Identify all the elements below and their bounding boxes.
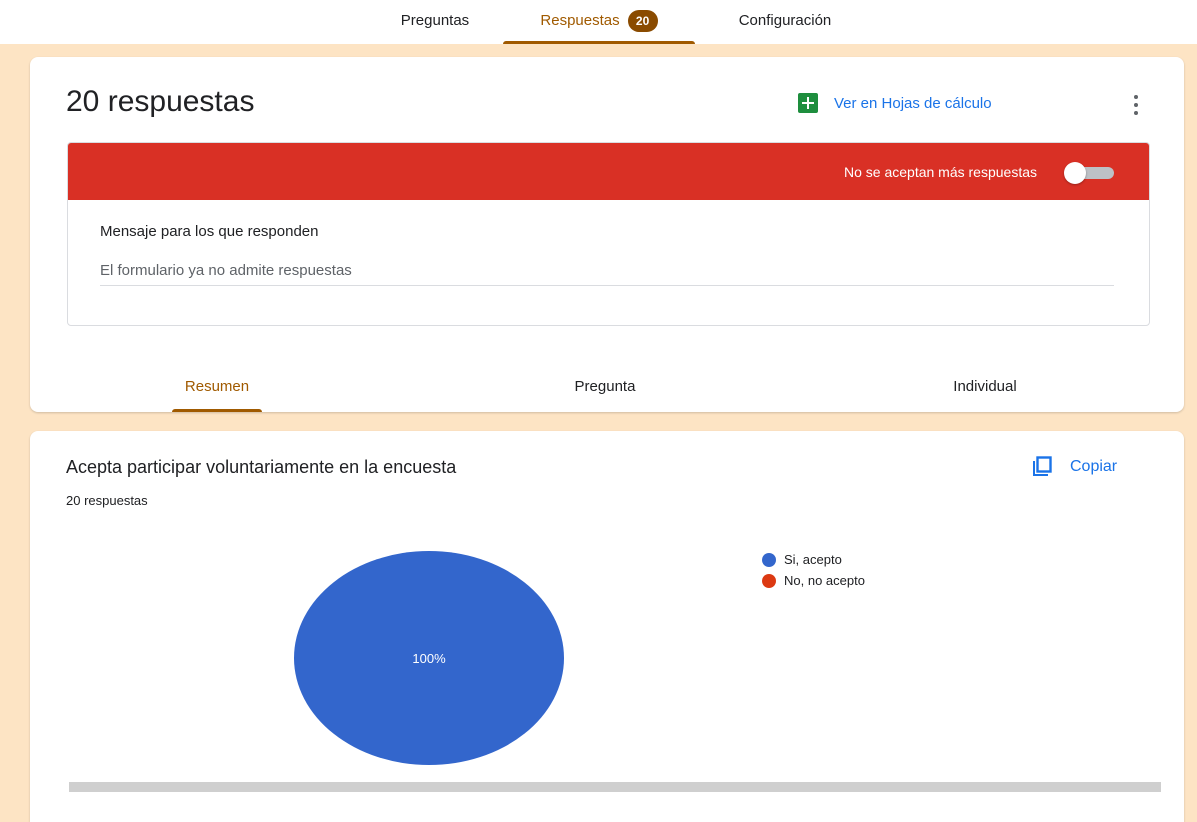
copy-chart-button[interactable]: Copiar [1030,455,1117,479]
top-navigation: Preguntas Respuestas 20 Configuración [0,0,1197,44]
more-options-icon[interactable] [1126,93,1146,117]
subtab-pregunta[interactable]: Pregunta [560,363,650,409]
tab-respuestas[interactable]: Respuestas 20 [503,0,695,44]
responses-title: 20 respuestas [66,85,255,118]
tab-preguntas[interactable]: Preguntas [370,0,500,41]
pie-slice-label: 100% [412,651,446,666]
question-response-count: 20 respuestas [66,493,148,508]
legend-dot [762,552,776,567]
legend-item: Si, acepto [762,549,865,570]
legend-label: Si, acepto [784,552,842,567]
accepting-responses-label: No se aceptan más respuestas [844,163,1037,180]
legend-dot [762,573,776,588]
question-title: Acepta participar voluntariamente en la … [66,457,457,477]
subtab-individual[interactable]: Individual [935,363,1035,409]
responses-subtabs: Resumen Pregunta Individual [30,363,1184,412]
pie-chart-svg: 100% [294,551,564,765]
copy-icon [1033,456,1052,476]
copy-label: Copiar [1070,458,1118,475]
chart-legend: Si, acepto No, no acepto [762,549,865,591]
accepting-responses-panel: No se aceptan más respuestas Mensaje par… [67,142,1150,326]
toggle-thumb [1064,162,1086,184]
responses-summary-card: 20 respuestas Ver en Hojas de cálculo No… [30,57,1184,412]
tab-configuracion[interactable]: Configuración [700,0,870,41]
response-count-badge: 20 [627,9,658,32]
tab-preguntas-label: Preguntas [400,12,470,29]
legend-item: No, no acepto [762,570,865,591]
horizontal-scrollbar[interactable] [69,782,1161,792]
sheets-icon [798,93,818,113]
tab-respuestas-label: Respuestas [540,12,620,29]
legend-label: No, no acepto [784,573,865,588]
subtab-resumen[interactable]: Resumen [172,363,262,412]
not-accepting-banner: No se aceptan más respuestas [68,143,1149,200]
pie-chart: 100% [294,551,564,765]
tab-configuracion-label: Configuración [738,12,832,29]
accepting-responses-toggle[interactable] [1064,162,1116,184]
view-in-sheets-link[interactable]: Ver en Hojas de cálculo [798,93,992,113]
question-summary-card: Acepta participar voluntariamente en la … [30,431,1184,822]
respondent-message-input[interactable] [100,255,1114,286]
view-in-sheets-label: Ver en Hojas de cálculo [834,94,992,112]
respondent-message-label: Mensaje para los que responden [100,223,319,240]
